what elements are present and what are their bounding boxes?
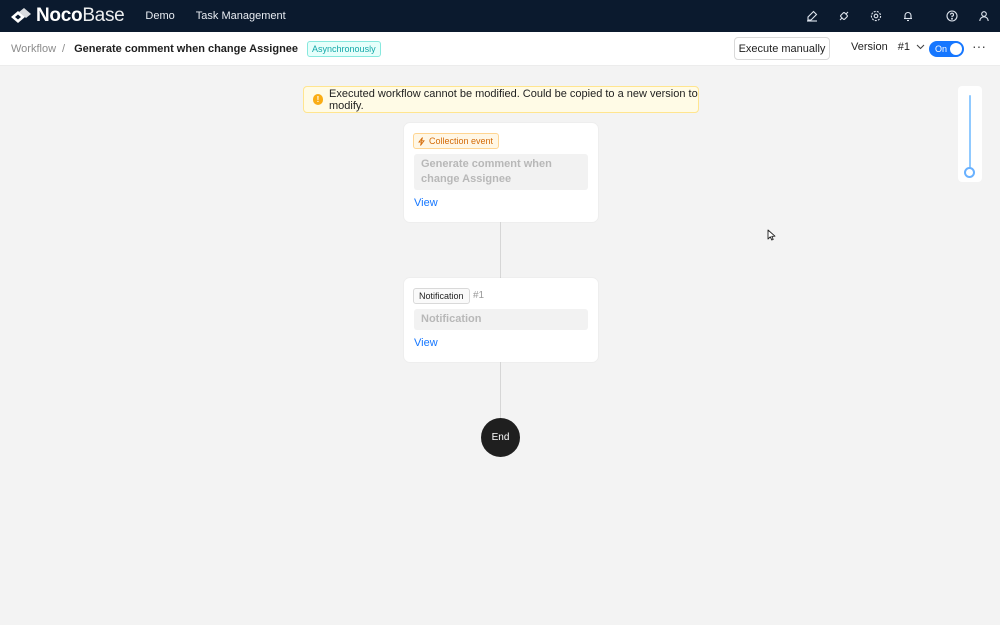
top-toolbar	[796, 0, 1000, 32]
mouse-pointer-icon	[767, 229, 776, 241]
logo[interactable]: NocoBase	[10, 0, 125, 32]
highlighter-icon[interactable]	[796, 0, 828, 32]
workflow-header: Workflow / Generate comment when change …	[0, 32, 1000, 66]
chevron-down-icon	[916, 44, 925, 50]
trigger-type-label: Collection event	[429, 136, 494, 146]
version-label: Version	[851, 41, 888, 53]
end-node: End	[481, 418, 520, 457]
execute-manually-button[interactable]: Execute manually	[734, 37, 830, 60]
nocobase-logo-icon	[11, 8, 31, 23]
trigger-node-card[interactable]: Collection event Generate comment when c…	[404, 123, 598, 222]
connector-line	[500, 222, 501, 278]
logo-text-light: Base	[82, 5, 125, 26]
help-icon[interactable]	[936, 0, 968, 32]
connector-line	[500, 362, 501, 418]
breadcrumb-separator: /	[62, 42, 66, 55]
node-view-link[interactable]: View	[414, 337, 438, 349]
toggle-knob	[950, 43, 962, 55]
alert-text: Executed workflow cannot be modified. Co…	[328, 87, 698, 112]
nav-item-demo[interactable]: Demo	[145, 0, 174, 32]
node-title-field: Notification	[414, 309, 588, 330]
settings-icon[interactable]	[860, 0, 892, 32]
logo-text-bold: Noco	[36, 5, 83, 26]
notification-node-card[interactable]: Notification #1 Notification View	[404, 278, 598, 362]
node-type-tag: Notification	[413, 288, 470, 304]
workflow-title: Generate comment when change Assignee	[74, 42, 299, 55]
breadcrumb-workflow[interactable]: Workflow	[11, 43, 56, 55]
trigger-title-field: Generate comment when change Assignee	[414, 154, 588, 190]
execution-mode-tag: Asynchronously	[307, 40, 381, 57]
toggle-label: On	[935, 44, 948, 54]
top-navigation-bar: NocoBase Demo Task Management	[0, 0, 1000, 32]
trigger-type-tag: Collection event	[413, 133, 500, 149]
version-number: #1	[897, 41, 910, 53]
more-options-icon[interactable]: ···	[972, 39, 986, 56]
zoom-handle[interactable]	[964, 167, 975, 178]
zoom-track	[969, 95, 971, 175]
warning-icon: !	[313, 94, 323, 105]
logo-text: NocoBase	[36, 0, 125, 32]
version-selector[interactable]: Version #1	[851, 41, 925, 53]
bell-icon[interactable]	[892, 0, 924, 32]
plugin-icon[interactable]	[828, 0, 860, 32]
workflow-enabled-toggle[interactable]: On	[929, 41, 964, 57]
zoom-slider[interactable]	[958, 86, 982, 182]
readonly-warning-alert: ! Executed workflow cannot be modified. …	[303, 86, 699, 113]
lightning-icon	[418, 136, 425, 146]
user-icon[interactable]	[968, 0, 1000, 32]
trigger-view-link[interactable]: View	[414, 197, 438, 209]
node-index: #1	[473, 290, 485, 301]
nav-item-task-management[interactable]: Task Management	[196, 0, 286, 32]
